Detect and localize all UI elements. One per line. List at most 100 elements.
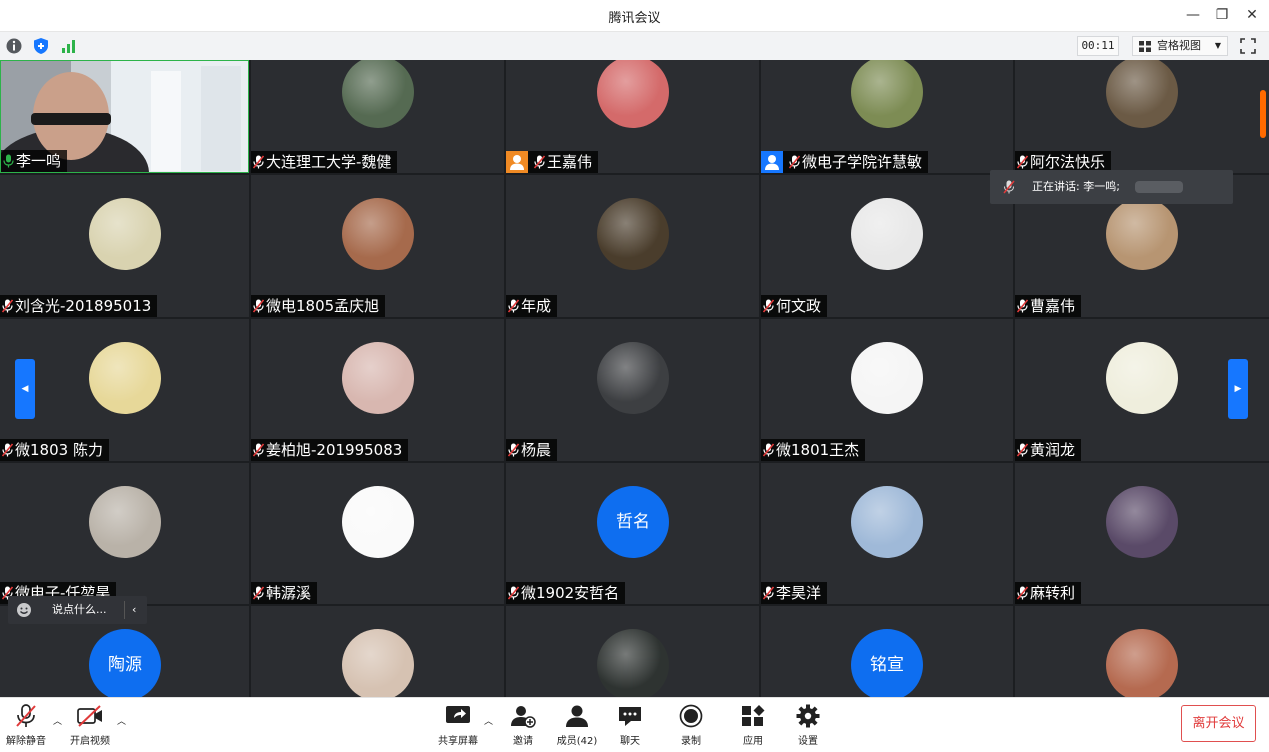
record-button[interactable]: 录制: [661, 704, 721, 748]
mic-muted-icon: [1017, 586, 1028, 600]
participant-name: 黄润龙: [1030, 441, 1076, 459]
mic-muted-icon: [508, 299, 519, 313]
avatar: [597, 198, 669, 270]
share-screen-icon: [446, 706, 470, 723]
fullscreen-icon[interactable]: [1239, 37, 1257, 55]
mic-muted-icon: [253, 443, 264, 457]
participant-name: 曹嘉伟: [1030, 297, 1076, 315]
participant-name-tag: 麻转利: [1015, 582, 1082, 604]
participant-tile[interactable]: [251, 606, 504, 697]
mic-muted-icon: [253, 155, 264, 169]
participant-name-tag: 微1801王杰: [761, 439, 866, 461]
avatar: [1106, 198, 1178, 270]
participant-tile[interactable]: 大连理工大学-魏健: [251, 60, 504, 173]
avatar: 哲名: [597, 486, 669, 558]
participant-name-tag: 微电1805孟庆旭: [251, 295, 386, 317]
participant-tile[interactable]: 微1801王杰: [761, 319, 1013, 461]
next-page-button[interactable]: ▶: [1228, 359, 1248, 419]
signal-icon[interactable]: [59, 37, 77, 55]
emoji-icon[interactable]: [16, 602, 32, 618]
settings-label: 设置: [798, 736, 818, 747]
chat-placeholder: 说点什么...: [52, 603, 107, 616]
participant-tile[interactable]: 姜柏旭-201995083: [251, 319, 504, 461]
gear-icon: [796, 704, 820, 728]
host-icon: [761, 151, 783, 173]
view-mode-dropdown[interactable]: 宫格视图 ▼: [1132, 36, 1228, 56]
participant-tile[interactable]: 微电子学院许慧敏: [761, 60, 1013, 173]
participant-tile[interactable]: 李一鸣: [0, 60, 249, 173]
participant-name-tag: 刘含光-201895013: [0, 295, 158, 317]
collapse-chat-button[interactable]: ‹: [132, 596, 136, 624]
participant-name-tag: 王嘉伟: [506, 151, 599, 173]
participant-tile[interactable]: 年成: [506, 175, 759, 317]
participant-name: 微1801王杰: [776, 441, 860, 459]
prev-page-button[interactable]: ◀: [15, 359, 35, 419]
participant-name-tag: 年成: [506, 295, 558, 317]
participant-tile[interactable]: 杨晨: [506, 319, 759, 461]
avatar: [89, 342, 161, 414]
invite-label: 邀请: [513, 736, 533, 747]
meeting-toolbar: 00:11 宫格视图 ▼: [0, 32, 1269, 60]
chat-button[interactable]: 聊天: [600, 704, 660, 748]
participant-tile[interactable]: 微电1805孟庆旭: [251, 175, 504, 317]
share-options-chevron-icon[interactable]: ︿: [484, 714, 493, 727]
participant-tile[interactable]: 刘含光-201895013: [0, 175, 249, 317]
participant-tile[interactable]: 麻转利: [1015, 463, 1269, 604]
participant-name-tag: 微电子学院许慧敏: [761, 151, 929, 173]
control-bar: 解除静音 ︿ 开启视频 ︿ 共享屏幕 ︿ 邀请 成员(42) 聊天 录制 应用 …: [0, 697, 1269, 752]
participant-tile[interactable]: [1015, 606, 1269, 697]
participant-name: 年成: [521, 297, 552, 315]
meeting-timer: 00:11: [1077, 36, 1119, 56]
participant-tile[interactable]: 何文政: [761, 175, 1013, 317]
share-screen-button[interactable]: 共享屏幕: [428, 704, 488, 748]
unmute-button[interactable]: 解除静音: [0, 704, 56, 748]
members-button[interactable]: 成员(42): [547, 704, 607, 748]
mic-muted-icon: [1017, 443, 1028, 457]
participant-tile[interactable]: 微电子-任堃昊: [0, 463, 249, 604]
chat-input[interactable]: 说点什么... ‹: [8, 596, 147, 624]
participant-tile[interactable]: 微1803 陈力: [0, 319, 249, 461]
mic-muted-icon: [789, 155, 800, 169]
participant-name-tag: 曹嘉伟: [1015, 295, 1082, 317]
video-grid: 李一鸣 大连理工大学-魏健 王嘉伟 微电子学院许慧敏 阿尔法快乐刘含光-20189501…: [0, 60, 1269, 697]
participant-name-tag: 微1803 陈力: [0, 439, 109, 461]
grid-scrollbar[interactable]: [1260, 90, 1266, 138]
participant-tile[interactable]: 王嘉伟: [506, 60, 759, 173]
participant-tile[interactable]: 李昊洋: [761, 463, 1013, 604]
apps-label: 应用: [743, 736, 763, 747]
avatar: [342, 629, 414, 697]
close-button[interactable]: ✕: [1240, 4, 1264, 26]
mic-muted-icon: [2, 443, 13, 457]
avatar: 陶源: [89, 629, 161, 697]
participant-tile[interactable]: 铭宣: [761, 606, 1013, 697]
avatar: [342, 486, 414, 558]
start-video-button[interactable]: 开启视频: [60, 704, 120, 748]
speaking-label: 正在讲话: 李一鸣;: [1032, 180, 1120, 193]
apps-button[interactable]: 应用: [723, 704, 783, 748]
participant-name-tag: 杨晨: [506, 439, 558, 461]
leave-meeting-button[interactable]: 离开会议: [1181, 705, 1256, 742]
participant-name-tag: 大连理工大学-魏健: [251, 151, 398, 173]
participant-tile[interactable]: 哲名 微1902安哲名: [506, 463, 759, 604]
info-icon[interactable]: [5, 37, 23, 55]
grid-icon: [1139, 41, 1151, 52]
avatar: [1106, 60, 1178, 128]
participant-name-tag: 李昊洋: [761, 582, 828, 604]
avatar: [851, 486, 923, 558]
participant-name: 微1803 陈力: [15, 441, 103, 459]
participant-name: 李昊洋: [776, 584, 822, 602]
participant-tile[interactable]: [506, 606, 759, 697]
maximize-button[interactable]: ❐: [1210, 4, 1234, 26]
video-options-chevron-icon[interactable]: ︿: [117, 714, 126, 727]
minimize-button[interactable]: —: [1181, 4, 1205, 26]
blurred-name: [1135, 181, 1183, 193]
participant-tile[interactable]: 韩潺溪: [251, 463, 504, 604]
avatar: [342, 198, 414, 270]
invite-button[interactable]: 邀请: [493, 704, 553, 748]
participant-name: 微电1805孟庆旭: [266, 297, 380, 315]
settings-button[interactable]: 设置: [778, 704, 838, 748]
participant-tile[interactable]: 阿尔法快乐: [1015, 60, 1269, 173]
share-screen-label: 共享屏幕: [438, 736, 478, 747]
unmute-label: 解除静音: [6, 736, 46, 747]
shield-icon[interactable]: [32, 37, 50, 55]
